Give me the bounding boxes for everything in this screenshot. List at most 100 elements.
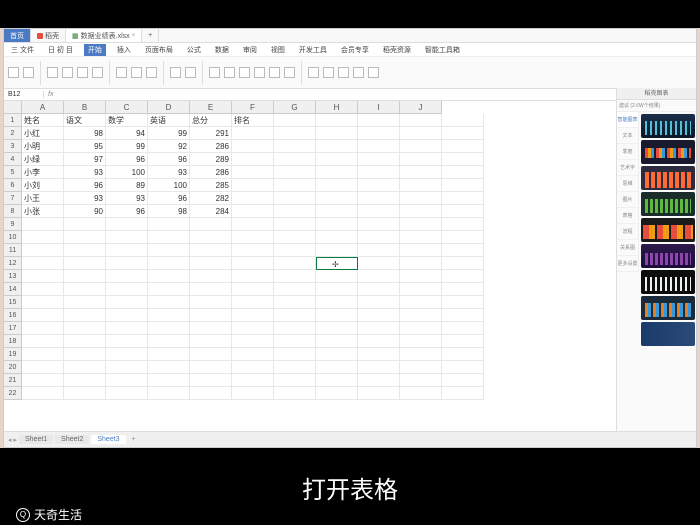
cell[interactable] bbox=[148, 387, 190, 400]
cell[interactable] bbox=[148, 374, 190, 387]
cell[interactable] bbox=[274, 114, 316, 127]
cell[interactable] bbox=[358, 309, 400, 322]
cell[interactable] bbox=[190, 309, 232, 322]
cell[interactable] bbox=[442, 348, 484, 361]
cell[interactable]: 姓名 bbox=[22, 114, 64, 127]
menu-quick[interactable]: 日 初 目 bbox=[45, 45, 76, 55]
sum-icon[interactable] bbox=[239, 67, 250, 78]
cell[interactable] bbox=[22, 361, 64, 374]
find-icon[interactable] bbox=[368, 67, 379, 78]
cell[interactable] bbox=[106, 231, 148, 244]
menu-layout[interactable]: 页面布局 bbox=[142, 45, 176, 55]
row-header[interactable]: 14 bbox=[4, 283, 22, 296]
cell[interactable] bbox=[358, 322, 400, 335]
row-header[interactable]: 8 bbox=[4, 205, 22, 218]
cell[interactable] bbox=[358, 244, 400, 257]
cell[interactable] bbox=[442, 270, 484, 283]
cell[interactable] bbox=[232, 231, 274, 244]
cell[interactable] bbox=[106, 348, 148, 361]
cell[interactable]: ✢ bbox=[316, 257, 358, 270]
col-header[interactable]: I bbox=[358, 101, 400, 114]
row-header[interactable]: 2 bbox=[4, 127, 22, 140]
cell[interactable] bbox=[400, 114, 442, 127]
cell[interactable] bbox=[106, 322, 148, 335]
freeze-icon[interactable] bbox=[353, 67, 364, 78]
cell[interactable] bbox=[400, 140, 442, 153]
cell[interactable]: 小李 bbox=[22, 166, 64, 179]
cell[interactable]: 总分 bbox=[190, 114, 232, 127]
cell[interactable] bbox=[148, 257, 190, 270]
cell[interactable] bbox=[190, 387, 232, 400]
cell[interactable] bbox=[400, 127, 442, 140]
cell[interactable] bbox=[64, 270, 106, 283]
cell[interactable] bbox=[358, 283, 400, 296]
chart-thumb-1[interactable] bbox=[641, 114, 695, 138]
cell[interactable] bbox=[316, 179, 358, 192]
cell[interactable] bbox=[400, 309, 442, 322]
cell[interactable] bbox=[358, 192, 400, 205]
cell[interactable] bbox=[400, 270, 442, 283]
cell[interactable] bbox=[22, 257, 64, 270]
cell[interactable]: 93 bbox=[148, 166, 190, 179]
cell[interactable] bbox=[232, 283, 274, 296]
cell[interactable]: 小张 bbox=[22, 205, 64, 218]
cell[interactable] bbox=[400, 192, 442, 205]
cell[interactable] bbox=[22, 348, 64, 361]
cell[interactable] bbox=[274, 283, 316, 296]
tab-file[interactable]: ▦ 数据业绩表.xlsx × bbox=[66, 29, 142, 42]
cell[interactable] bbox=[316, 244, 358, 257]
cols-icon[interactable] bbox=[323, 67, 334, 78]
filter-icon[interactable] bbox=[254, 67, 265, 78]
cell[interactable] bbox=[148, 348, 190, 361]
cell[interactable]: 93 bbox=[64, 192, 106, 205]
cell[interactable]: 96 bbox=[148, 153, 190, 166]
cell[interactable] bbox=[400, 153, 442, 166]
cell[interactable] bbox=[442, 257, 484, 270]
cell[interactable] bbox=[442, 153, 484, 166]
cell[interactable] bbox=[106, 335, 148, 348]
cell[interactable]: 96 bbox=[64, 179, 106, 192]
name-box[interactable]: B12 bbox=[4, 91, 44, 98]
menu-resource[interactable]: 稻壳资源 bbox=[380, 45, 414, 55]
cell[interactable] bbox=[442, 283, 484, 296]
cell[interactable] bbox=[442, 387, 484, 400]
cell[interactable] bbox=[274, 348, 316, 361]
cell[interactable] bbox=[64, 257, 106, 270]
worksheet-icon[interactable] bbox=[338, 67, 349, 78]
cell[interactable] bbox=[442, 335, 484, 348]
cell[interactable] bbox=[400, 231, 442, 244]
tab-new[interactable]: + bbox=[142, 29, 159, 42]
row-header[interactable]: 19 bbox=[4, 348, 22, 361]
cell[interactable] bbox=[400, 244, 442, 257]
table-format-icon[interactable] bbox=[224, 67, 235, 78]
col-header[interactable]: C bbox=[106, 101, 148, 114]
row-header[interactable]: 15 bbox=[4, 296, 22, 309]
col-header[interactable]: H bbox=[316, 101, 358, 114]
cell[interactable] bbox=[106, 387, 148, 400]
cell[interactable] bbox=[22, 322, 64, 335]
cell[interactable] bbox=[274, 192, 316, 205]
cell[interactable] bbox=[274, 218, 316, 231]
chart-thumb-8[interactable] bbox=[641, 296, 695, 320]
cell[interactable]: 94 bbox=[106, 127, 148, 140]
cell[interactable] bbox=[232, 296, 274, 309]
cell[interactable]: 96 bbox=[106, 153, 148, 166]
cell[interactable]: 小王 bbox=[22, 192, 64, 205]
cell[interactable] bbox=[400, 322, 442, 335]
cell[interactable] bbox=[190, 283, 232, 296]
cell[interactable] bbox=[400, 205, 442, 218]
format-icon[interactable] bbox=[170, 67, 181, 78]
cell[interactable] bbox=[274, 205, 316, 218]
cell[interactable] bbox=[274, 166, 316, 179]
cell[interactable] bbox=[22, 309, 64, 322]
cell[interactable] bbox=[442, 231, 484, 244]
cell[interactable] bbox=[442, 179, 484, 192]
cell[interactable] bbox=[358, 257, 400, 270]
cell[interactable] bbox=[232, 335, 274, 348]
cell[interactable]: 排名 bbox=[232, 114, 274, 127]
cell[interactable] bbox=[442, 218, 484, 231]
cell[interactable] bbox=[358, 153, 400, 166]
row-header[interactable]: 22 bbox=[4, 387, 22, 400]
cell[interactable] bbox=[232, 179, 274, 192]
col-header[interactable]: F bbox=[232, 101, 274, 114]
